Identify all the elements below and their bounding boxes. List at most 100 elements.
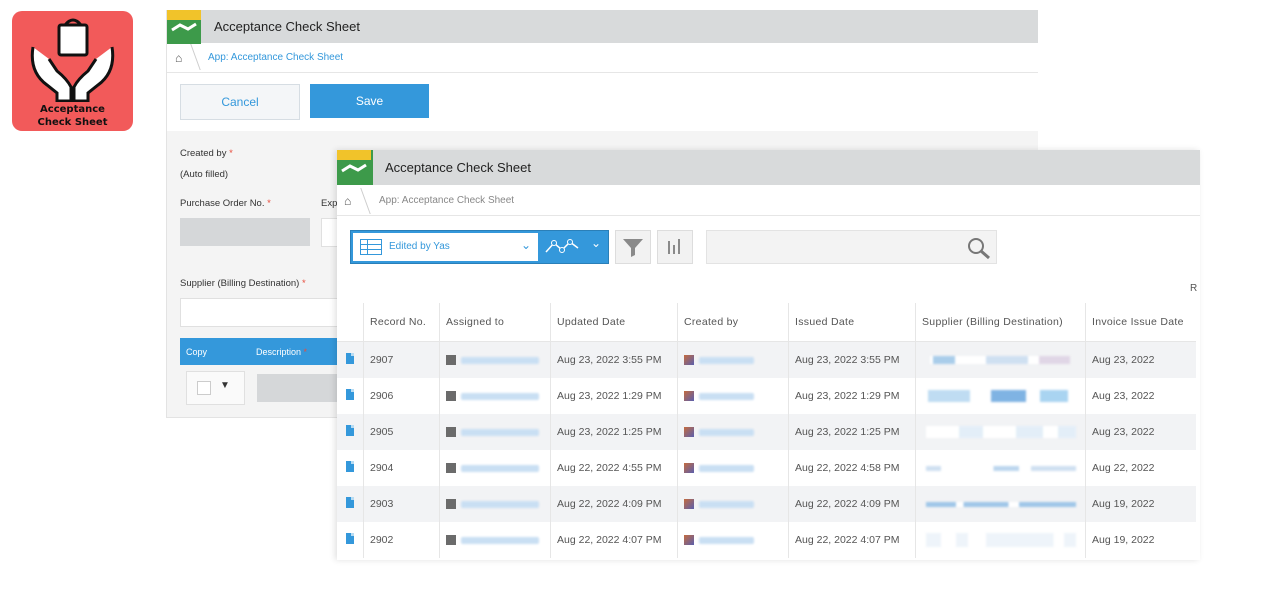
assigned-to-cell — [439, 341, 551, 378]
record-no-cell: 2902 — [363, 522, 440, 558]
description-field[interactable] — [257, 374, 338, 402]
chevron-down-icon: ⌄ — [521, 238, 532, 252]
created-by-cell — [677, 522, 789, 558]
record-detail-link[interactable] — [337, 378, 364, 414]
updated-date-cell: Aug 23, 2022 1:29 PM — [550, 378, 678, 414]
table-view-icon — [360, 239, 382, 255]
supplier-field[interactable] — [180, 298, 342, 327]
invoice-date-cell: Aug 23, 2022 — [1085, 341, 1196, 378]
graph-icon[interactable] — [544, 238, 580, 256]
updated-date-cell: Aug 22, 2022 4:55 PM — [550, 450, 678, 486]
home-icon[interactable]: ⌂ — [175, 51, 182, 65]
column-header-record-no[interactable]: Record No. — [363, 303, 440, 342]
invoice-date-cell: Aug 22, 2022 — [1092, 462, 1155, 474]
avatar — [684, 427, 694, 438]
issued-date-cell: Aug 23, 2022 1:25 PM — [788, 414, 916, 450]
divider — [167, 72, 1038, 73]
exp-label: Exp — [321, 198, 338, 209]
filter-icon — [623, 239, 643, 257]
app-icon-label-2: Check Sheet — [37, 117, 108, 128]
breadcrumb[interactable]: App: Acceptance Check Sheet — [379, 195, 514, 206]
supplier-cell — [915, 450, 1086, 486]
record-detail-link[interactable] — [337, 414, 364, 450]
created-by-cell — [677, 414, 789, 450]
supplier-cell — [915, 414, 1086, 450]
user-icon — [446, 499, 456, 510]
invoice-date-cell: Aug 19, 2022 — [1085, 486, 1196, 522]
supplier-cell — [915, 486, 1086, 522]
view-selector[interactable]: Edited by Yas ⌄ ⌄ — [350, 230, 609, 264]
titlebar: Acceptance Check Sheet — [167, 10, 1038, 44]
document-icon — [346, 425, 354, 436]
breadcrumb[interactable]: App: Acceptance Check Sheet — [208, 52, 343, 63]
created-by-cell — [677, 341, 789, 378]
column-header-assigned-to[interactable]: Assigned to — [439, 303, 551, 342]
breadcrumb-separator — [350, 188, 371, 214]
window-title: Acceptance Check Sheet — [385, 160, 531, 175]
issued-date-cell: Aug 23, 2022 1:29 PM — [788, 378, 916, 414]
issued-date-cell: Aug 22, 2022 4:07 PM — [788, 522, 916, 558]
column-header-created-by[interactable]: Created by — [677, 303, 789, 342]
supplier-cell — [915, 341, 1086, 378]
created-by-label: Created by * — [180, 148, 233, 159]
user-icon — [446, 535, 456, 546]
assigned-to-cell — [439, 378, 551, 414]
table-row[interactable]: 2906 Aug 23, 2022 1:29 PM Aug 23, 2022 1… — [337, 378, 1196, 414]
record-no-cell: 2905 — [363, 414, 440, 450]
table-row[interactable]: 2907 Aug 23, 2022 3:55 PM Aug 23, 2022 3… — [337, 341, 1196, 378]
column-header-updated-date[interactable]: Updated Date — [550, 303, 678, 342]
column-header-invoice-issue-date[interactable]: Invoice Issue Date — [1085, 303, 1196, 342]
user-icon — [446, 391, 456, 402]
save-button[interactable]: Save — [310, 84, 429, 118]
assigned-to-cell — [439, 486, 551, 522]
search-icon[interactable] — [964, 235, 994, 261]
record-detail-link[interactable] — [337, 486, 364, 522]
created-by-cell — [677, 378, 789, 414]
document-icon — [346, 389, 354, 400]
chevron-down-icon[interactable]: ⌄ — [591, 236, 601, 250]
copy-column-header: Copy — [186, 347, 208, 357]
record-detail-link[interactable] — [337, 341, 364, 378]
issued-date-cell: Aug 23, 2022 3:55 PM — [788, 341, 916, 378]
created-by-value: (Auto filled) — [180, 169, 229, 180]
dropdown-arrow-icon: ▼ — [220, 380, 230, 391]
user-icon — [446, 355, 456, 366]
table-row[interactable]: 2903 Aug 22, 2022 4:09 PM Aug 22, 2022 4… — [337, 486, 1196, 522]
copy-checkbox[interactable] — [197, 381, 211, 395]
user-icon — [446, 427, 456, 438]
app-icon-label-1: Acceptance — [40, 104, 105, 115]
updated-date-cell: Aug 23, 2022 1:25 PM — [550, 414, 678, 450]
bar-chart-icon — [668, 239, 680, 254]
graph-button[interactable] — [657, 230, 693, 264]
table-header-row: Record No. Assigned to Updated Date Crea… — [337, 303, 1196, 342]
view-dropdown[interactable]: Edited by Yas ⌄ — [353, 233, 538, 261]
avatar — [684, 499, 694, 510]
document-icon — [346, 533, 354, 544]
table-row[interactable]: 2902 Aug 22, 2022 4:07 PM Aug 22, 2022 4… — [337, 522, 1196, 558]
view-name: Edited by Yas — [389, 241, 450, 252]
record-detail-link[interactable] — [337, 522, 364, 558]
record-no-cell: 2906 — [363, 378, 440, 414]
cancel-button[interactable]: Cancel — [180, 84, 300, 120]
copy-dropdown[interactable]: ▼ — [186, 371, 245, 405]
supplier-cell — [915, 378, 1086, 414]
filter-button[interactable] — [615, 230, 651, 264]
assigned-to-cell — [439, 522, 551, 558]
record-detail-link[interactable] — [337, 450, 364, 486]
invoice-date-cell: Aug 19, 2022 — [1092, 534, 1155, 546]
invoice-date-cell: Aug 23, 2022 — [1085, 414, 1196, 450]
divider — [337, 215, 1200, 216]
supplier-cell — [915, 522, 1086, 558]
column-header-supplier[interactable]: Supplier (Billing Destination) — [915, 303, 1086, 342]
app-logo-icon — [167, 10, 201, 44]
table-row[interactable]: 2905 Aug 23, 2022 1:25 PM Aug 23, 2022 1… — [337, 414, 1196, 450]
avatar — [684, 391, 694, 402]
column-header-issued-date[interactable]: Issued Date — [788, 303, 916, 342]
home-icon[interactable]: ⌂ — [344, 194, 351, 208]
updated-date-cell: Aug 23, 2022 3:55 PM — [550, 341, 678, 378]
breadcrumb-separator — [180, 44, 201, 70]
hands-bag-icon — [30, 18, 115, 102]
table-row[interactable]: 2904 Aug 22, 2022 4:55 PM Aug 22, 2022 4… — [337, 450, 1196, 486]
po-number-field[interactable] — [180, 218, 310, 246]
search-input[interactable] — [706, 230, 997, 264]
